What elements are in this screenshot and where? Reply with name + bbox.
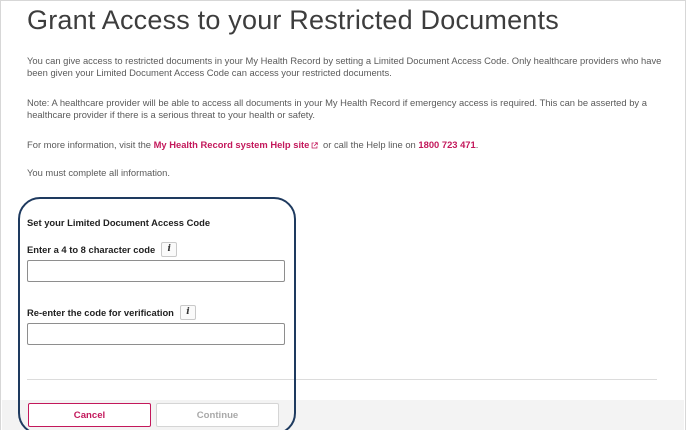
help-line-phone: 1800 723 471 xyxy=(418,139,476,150)
info-icon[interactable]: i xyxy=(161,242,178,257)
info-icon[interactable]: i xyxy=(179,305,196,320)
grant-access-page: Grant Access to your Restricted Document… xyxy=(0,0,686,430)
code-field-label: Enter a 4 to 8 character code i xyxy=(27,242,178,257)
reenter-code-input[interactable] xyxy=(27,323,285,345)
external-link-icon xyxy=(312,142,319,149)
form-section-title: Set your Limited Document Access Code xyxy=(27,217,211,228)
more-info-middle: or call the Help line on xyxy=(320,139,419,150)
page-title: Grant Access to your Restricted Document… xyxy=(27,5,559,35)
cancel-button[interactable]: Cancel xyxy=(28,403,151,427)
code-label-text: Enter a 4 to 8 character code xyxy=(27,244,156,255)
more-info-prefix: For more information, visit the xyxy=(27,139,154,150)
access-code-input[interactable] xyxy=(27,260,285,282)
reenter-field-label: Re-enter the code for verification i xyxy=(27,305,196,320)
intro-text: You can give access to restricted docume… xyxy=(27,55,662,78)
help-site-link[interactable]: My Health Record system Help site xyxy=(154,139,310,150)
more-info-text: For more information, visit the My Healt… xyxy=(27,139,665,151)
continue-button[interactable]: Continue xyxy=(156,403,279,427)
more-info-suffix: . xyxy=(475,139,479,150)
note-text: Note: A healthcare provider will be able… xyxy=(27,97,647,120)
required-note: You must complete all information. xyxy=(27,167,170,178)
form-divider xyxy=(27,379,657,380)
reenter-label-text: Re-enter the code for verification xyxy=(27,307,174,318)
access-code-form: Set your Limited Document Access Code En… xyxy=(27,206,667,430)
